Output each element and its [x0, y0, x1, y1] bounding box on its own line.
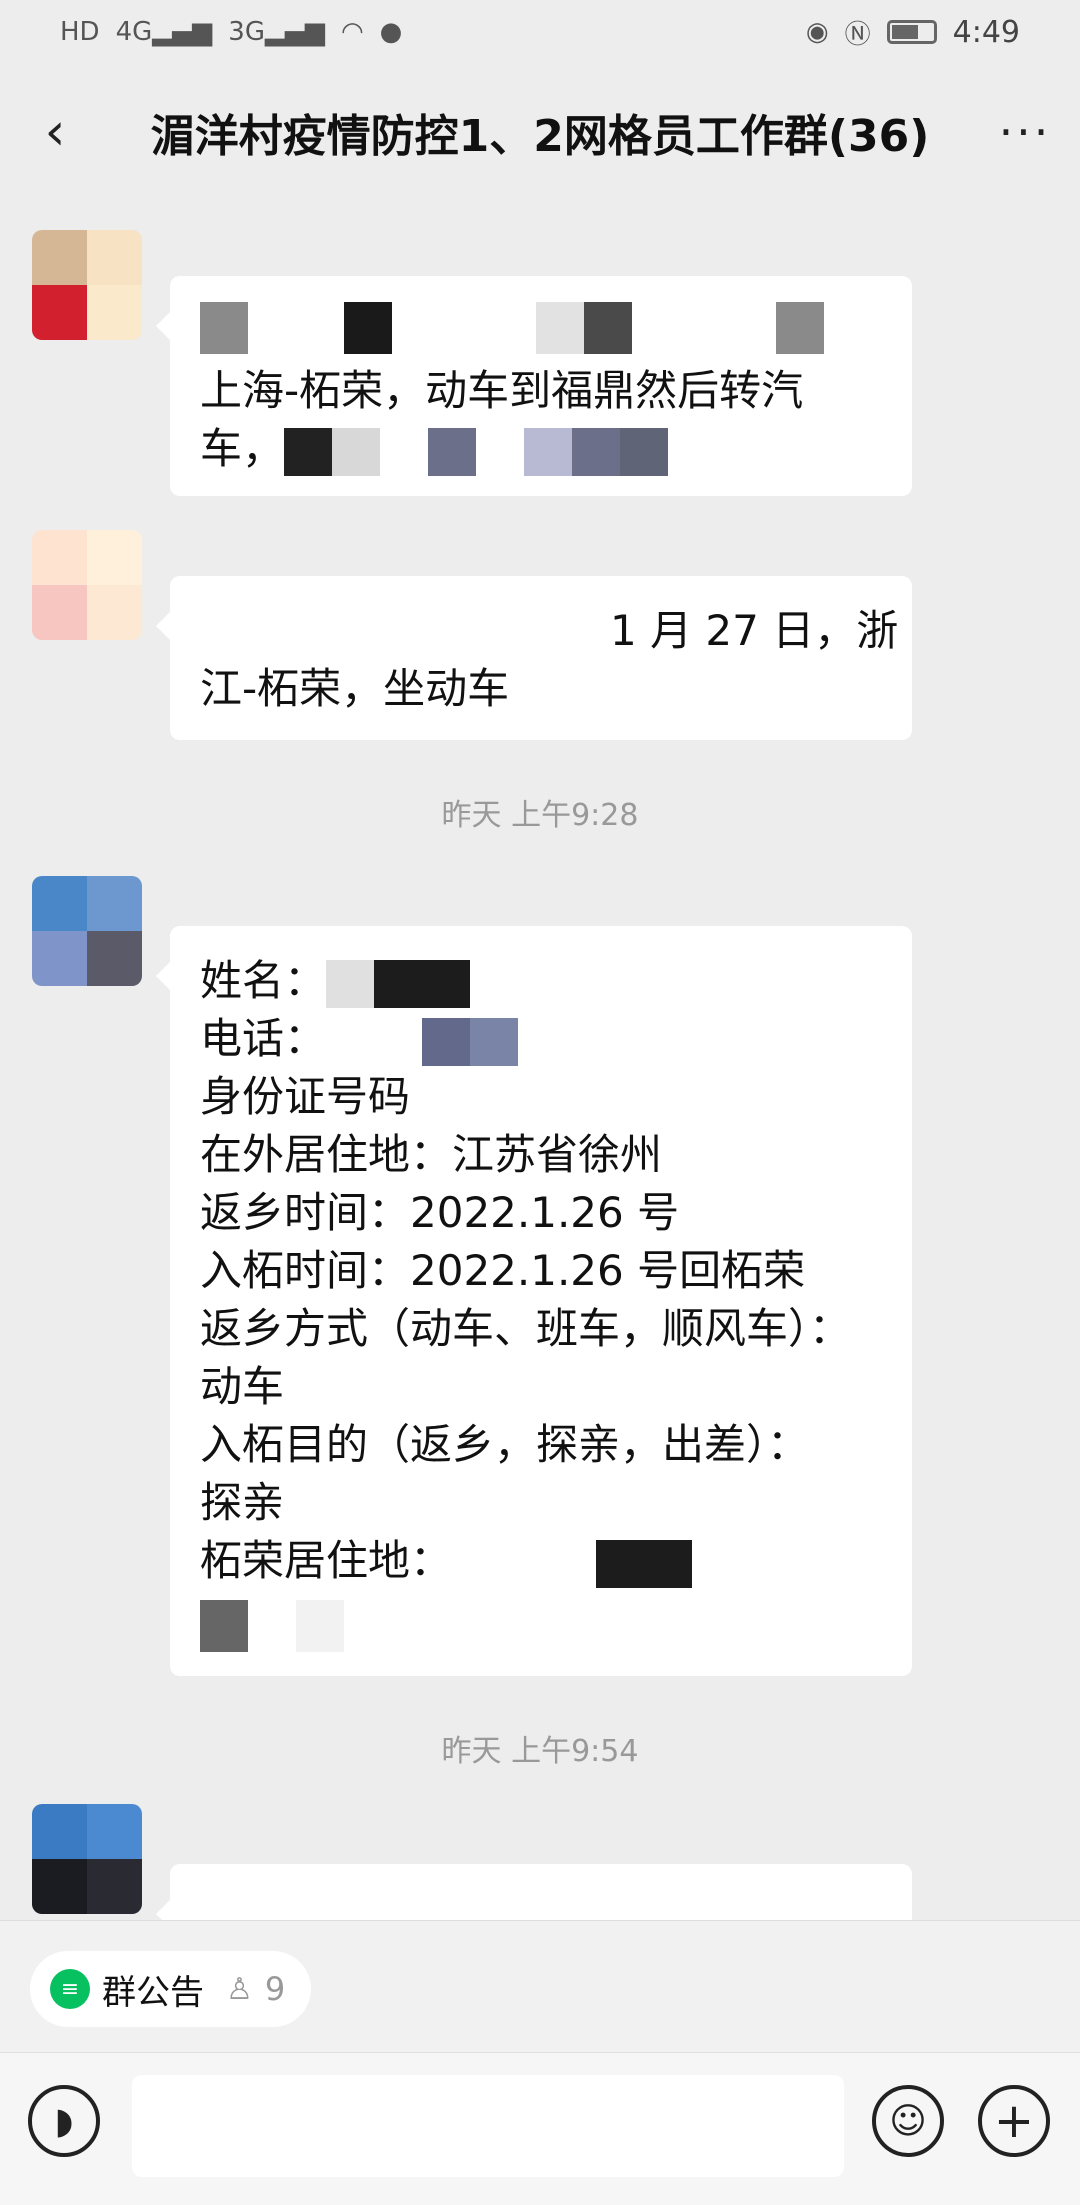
message-bubble[interactable]: 姓名： 电话： 身份证号码 在外居住地：江苏省徐州 返乡时间：2022.1.26…	[156, 926, 912, 1676]
message-text: 江-柘荣，坐动车	[200, 664, 510, 713]
message-text: 探亲	[200, 1478, 285, 1527]
redacted-mosaic	[326, 959, 471, 1008]
message-text: 入柘目的（返乡，探亲，出差）：	[200, 1420, 810, 1469]
nfc-icon: Ⓝ	[844, 19, 871, 50]
message-text: 入柘时间：2022.1.26 号回柘荣	[200, 1246, 806, 1295]
voice-button[interactable]: ◗	[28, 2085, 100, 2157]
more-button[interactable]: ···	[970, 105, 1080, 159]
network-4g-label: 4G	[115, 17, 153, 47]
message-text: 车，	[200, 424, 285, 473]
more-icon: ···	[998, 105, 1052, 159]
message-text: 姓名：	[200, 956, 327, 1005]
chat-area[interactable]: 上海-柘荣，动车到福鼎然后转汽 车， 1 月 27 日，浙 江-柘荣，坐动车 昨…	[0, 200, 1080, 1920]
status-right: ◉ Ⓝ 4:49	[806, 14, 1020, 51]
redacted-mosaic	[200, 302, 882, 354]
signal-4g-icon: 4G▂▄▆	[115, 17, 213, 47]
signal-3g-icon: 3G▂▄▆	[228, 17, 325, 47]
redacted-mosaic	[284, 427, 669, 476]
redacted-mosaic	[452, 1539, 693, 1588]
chat-header: ‹ 湄洋村疫情防控1、2网格员工作群(36) ···	[0, 64, 1080, 200]
message-text: 在外居住地：江苏省徐州	[200, 1130, 663, 1179]
chevron-left-icon: ‹	[44, 102, 66, 162]
message-text-line: 姓名：	[200, 952, 882, 1010]
message-text: 电话：	[200, 1014, 327, 1063]
timestamp: 昨天 上午9:54	[441, 1734, 639, 1769]
network-3g-label: 3G	[228, 17, 265, 47]
redacted-mosaic	[326, 1017, 519, 1066]
message-bubble[interactable]: 1 月 27 日，浙 江-柘荣，坐动车	[156, 576, 912, 740]
message-text-line: 电话：	[200, 1010, 882, 1068]
group-notice-label: 群公告	[102, 1972, 204, 2013]
avatar[interactable]	[32, 530, 142, 640]
plus-icon: +	[993, 2093, 1035, 2149]
group-notice-button[interactable]: ≡ 群公告 ♙ 9	[30, 1951, 312, 2027]
timestamp: 昨天 上午9:28	[441, 798, 639, 833]
avatar[interactable]	[32, 230, 142, 340]
plus-button[interactable]: +	[978, 2085, 1050, 2157]
hd-icon: HD	[60, 17, 100, 47]
status-left: HD 4G▂▄▆ 3G▂▄▆ ◠ ●	[60, 17, 402, 47]
message-icon: ●	[379, 17, 403, 47]
message-text: 身份证号码	[200, 1072, 411, 1121]
avatar[interactable]	[32, 1804, 142, 1914]
wifi-icon: ◠	[340, 17, 364, 47]
notice-bar: ≡ 群公告 ♙ 9	[0, 1920, 1080, 2053]
message-input[interactable]	[132, 2075, 844, 2177]
voice-icon: ◗	[54, 2100, 74, 2142]
status-bar: HD 4G▂▄▆ 3G▂▄▆ ◠ ● ◉ Ⓝ 4:49	[0, 0, 1080, 64]
input-bar: ◗ ☺ +	[0, 2052, 1080, 2205]
message-text-line: 车，	[200, 420, 882, 478]
emoji-icon: ☺	[889, 2100, 927, 2142]
message-text: 返乡时间：2022.1.26 号	[200, 1188, 680, 1237]
eye-icon: ◉	[805, 17, 829, 47]
message-text: 柘荣居住地：	[200, 1536, 453, 1585]
back-button[interactable]: ‹	[0, 102, 110, 162]
notice-icon: ≡	[50, 1969, 90, 2009]
emoji-button[interactable]: ☺	[872, 2085, 944, 2157]
avatar[interactable]	[32, 876, 142, 986]
battery-icon	[886, 20, 937, 44]
message-bubble[interactable]: 上海-柘荣，动车到福鼎然后转汽 车，	[156, 276, 912, 496]
status-time: 4:49	[952, 14, 1020, 50]
message-text-line: 柘荣居住地：	[200, 1532, 882, 1590]
person-icon: ♙	[226, 1971, 253, 2007]
member-count: 9	[264, 1970, 286, 2008]
message-bubble[interactable]	[156, 1864, 912, 1920]
message-text: 动车	[200, 1362, 285, 1411]
message-text: 返乡方式（动车、班车，顺风车）：	[200, 1304, 852, 1353]
chat-title: 湄洋村疫情防控1、2网格员工作群(36)	[150, 111, 930, 162]
message-text: 上海-柘荣，动车到福鼎然后转汽	[200, 366, 804, 415]
message-text: 1 月 27 日，浙	[610, 606, 899, 655]
redacted-mosaic	[200, 1600, 882, 1652]
